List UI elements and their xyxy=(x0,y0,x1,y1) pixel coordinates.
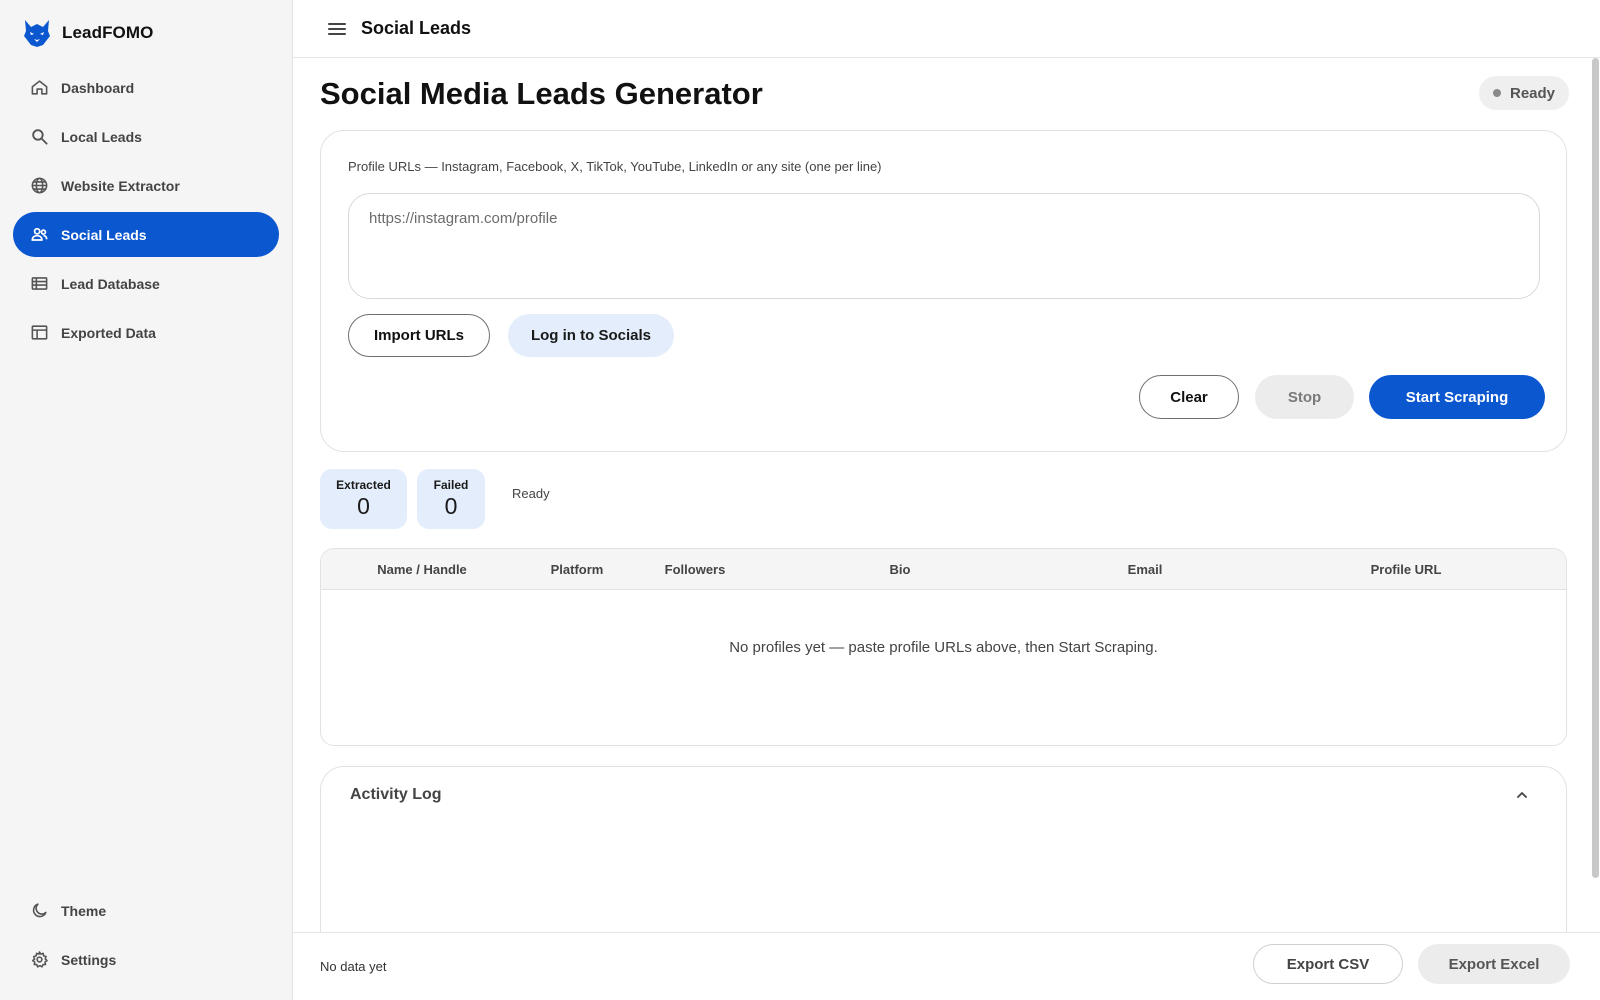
activity-log-title[interactable]: Activity Log xyxy=(350,786,442,804)
table-header: Name / Handle Platform Followers Bio Ema… xyxy=(321,549,1566,590)
profile-urls-label: Profile URLs — Instagram, Facebook, X, T… xyxy=(348,159,882,174)
sidebar-item-social-leads[interactable]: Social Leads xyxy=(13,212,279,257)
status-badge: Ready xyxy=(1479,76,1570,110)
column-header-email[interactable]: Email xyxy=(1128,562,1163,577)
extracted-stat-value: 0 xyxy=(357,493,370,519)
main-content: Social Media Leads Generator Ready Profi… xyxy=(293,58,1600,932)
profile-urls-input[interactable] xyxy=(348,193,1540,299)
column-header-name[interactable]: Name / Handle xyxy=(377,562,467,577)
failed-stat-value: 0 xyxy=(444,493,458,519)
sidebar-item-label: Dashboard xyxy=(61,79,135,96)
topbar-title: Social Leads xyxy=(361,18,472,38)
url-input-card: Profile URLs — Instagram, Facebook, X, T… xyxy=(320,130,1567,452)
sidebar-item-label: Website Extractor xyxy=(61,177,180,194)
footer-bar: No data yet Export CSV Export Excel xyxy=(293,932,1600,1000)
failed-stat-label: Failed xyxy=(433,478,469,492)
search-icon xyxy=(32,129,48,145)
sidebar-item-settings[interactable]: Settings xyxy=(13,937,279,982)
home-icon xyxy=(31,80,48,95)
import-urls-button[interactable]: Import URLs xyxy=(348,314,490,357)
column-header-bio[interactable]: Bio xyxy=(890,562,911,577)
export-excel-button[interactable]: Export Excel xyxy=(1418,944,1570,984)
column-header-followers[interactable]: Followers xyxy=(665,562,726,577)
clear-button[interactable]: Clear xyxy=(1139,375,1239,419)
sidebar-nav: Dashboard Local Leads Website Extractor … xyxy=(13,65,279,359)
footer-status: No data yet xyxy=(320,959,387,974)
failed-stat: Failed 0 xyxy=(417,469,485,529)
table-empty-message: No profiles yet — paste profile URLs abo… xyxy=(729,639,1158,656)
hamburger-menu-icon xyxy=(328,22,346,35)
sidebar-item-dashboard[interactable]: Dashboard xyxy=(13,65,279,110)
topbar: Social Leads xyxy=(293,0,1600,58)
main-scrollbar[interactable] xyxy=(1592,58,1599,878)
chevron-up-icon[interactable] xyxy=(1514,787,1530,803)
sidebar-item-label: Theme xyxy=(61,902,107,919)
extracted-stat: Extracted 0 xyxy=(320,469,407,529)
sidebar-item-label: Exported Data xyxy=(61,324,156,341)
sidebar-item-website-extractor[interactable]: Website Extractor xyxy=(13,163,279,208)
sidebar-item-label: Settings xyxy=(61,951,117,968)
sidebar-item-lead-database[interactable]: Lead Database xyxy=(13,261,279,306)
gear-icon xyxy=(31,951,48,968)
brand[interactable]: LeadFOMO xyxy=(22,18,153,48)
people-icon xyxy=(31,227,48,241)
sidebar-item-label: Local Leads xyxy=(61,128,142,145)
sidebar-item-label: Lead Database xyxy=(61,275,160,292)
extracted-stat-label: Extracted xyxy=(336,478,391,492)
export-csv-button[interactable]: Export CSV xyxy=(1253,944,1403,984)
sidebar-item-label: Social Leads xyxy=(61,226,147,243)
sidebar-item-theme[interactable]: Theme xyxy=(13,888,279,933)
status-badge-label: Ready xyxy=(1510,84,1556,102)
column-header-platform[interactable]: Platform xyxy=(551,562,604,577)
menu-button[interactable] xyxy=(325,17,349,41)
wolf-logo-icon xyxy=(24,20,50,47)
sidebar-item-exported-data[interactable]: Exported Data xyxy=(13,310,279,355)
progress-status-text: Ready xyxy=(512,486,550,501)
stop-button[interactable]: Stop xyxy=(1255,375,1354,419)
list-icon xyxy=(31,277,48,290)
app-name: LeadFOMO xyxy=(62,23,154,42)
activity-log-panel: Activity Log xyxy=(320,766,1567,932)
sidebar-bottom: Theme Settings xyxy=(13,888,279,986)
globe-icon xyxy=(31,177,48,194)
column-header-profile-url[interactable]: Profile URL xyxy=(1371,562,1442,577)
table-icon xyxy=(31,325,48,340)
results-table: Name / Handle Platform Followers Bio Ema… xyxy=(320,548,1567,746)
log-in-to-socials-button[interactable]: Log in to Socials xyxy=(508,314,674,357)
sidebar-item-local-leads[interactable]: Local Leads xyxy=(13,114,279,159)
sidebar: LeadFOMO Dashboard Local Leads Website E… xyxy=(0,0,293,1000)
status-dot-icon xyxy=(1493,89,1501,97)
start-scraping-button[interactable]: Start Scraping xyxy=(1369,375,1545,419)
page-title: Social Media Leads Generator xyxy=(320,76,763,111)
moon-icon xyxy=(32,903,47,918)
